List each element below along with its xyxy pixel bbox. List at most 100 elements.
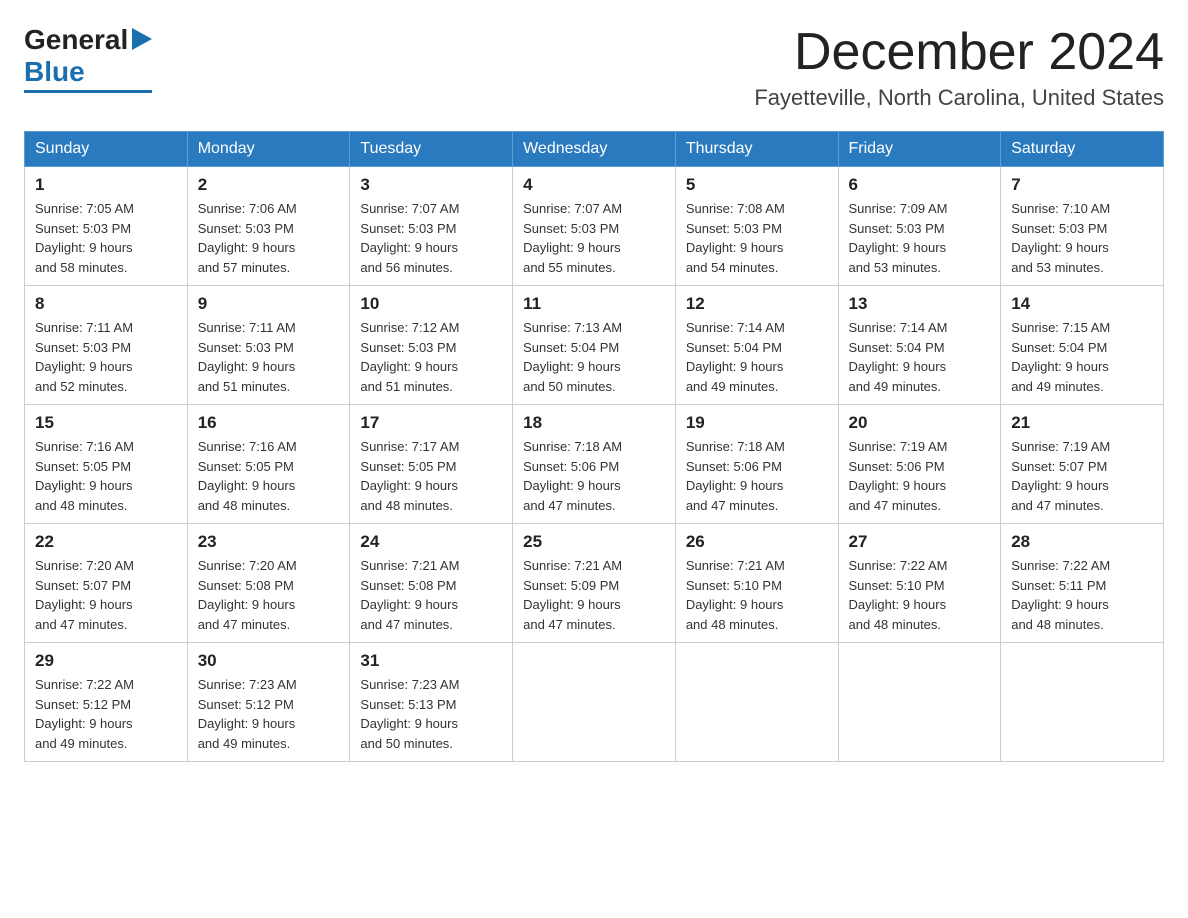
day-info: Sunrise: 7:18 AMSunset: 5:06 PMDaylight:… xyxy=(523,439,622,513)
day-number: 8 xyxy=(35,294,177,314)
day-info: Sunrise: 7:23 AMSunset: 5:12 PMDaylight:… xyxy=(198,677,297,751)
header-monday: Monday xyxy=(187,132,350,167)
day-info: Sunrise: 7:13 AMSunset: 5:04 PMDaylight:… xyxy=(523,320,622,394)
day-info: Sunrise: 7:20 AMSunset: 5:07 PMDaylight:… xyxy=(35,558,134,632)
header-friday: Friday xyxy=(838,132,1001,167)
day-number: 9 xyxy=(198,294,340,314)
day-number: 18 xyxy=(523,413,665,433)
day-info: Sunrise: 7:21 AMSunset: 5:10 PMDaylight:… xyxy=(686,558,785,632)
days-header-row: Sunday Monday Tuesday Wednesday Thursday… xyxy=(25,132,1164,167)
logo-triangle-icon xyxy=(132,28,152,55)
day-info: Sunrise: 7:19 AMSunset: 5:07 PMDaylight:… xyxy=(1011,439,1110,513)
table-row: 9 Sunrise: 7:11 AMSunset: 5:03 PMDaylight… xyxy=(187,286,350,405)
header-wednesday: Wednesday xyxy=(513,132,676,167)
day-number: 31 xyxy=(360,651,502,671)
day-number: 3 xyxy=(360,175,502,195)
day-info: Sunrise: 7:06 AMSunset: 5:03 PMDaylight:… xyxy=(198,201,297,275)
day-info: Sunrise: 7:10 AMSunset: 5:03 PMDaylight:… xyxy=(1011,201,1110,275)
day-info: Sunrise: 7:16 AMSunset: 5:05 PMDaylight:… xyxy=(198,439,297,513)
calendar-week-row: 8 Sunrise: 7:11 AMSunset: 5:03 PMDaylight… xyxy=(25,286,1164,405)
table-row: 16 Sunrise: 7:16 AMSunset: 5:05 PMDayligh… xyxy=(187,405,350,524)
day-number: 28 xyxy=(1011,532,1153,552)
day-number: 13 xyxy=(849,294,991,314)
calendar-week-row: 15Sunrise: 7:16 AMSunset: 5:05 PMDayligh… xyxy=(25,405,1164,524)
day-number: 16 xyxy=(198,413,340,433)
day-number: 27 xyxy=(849,532,991,552)
day-number: 10 xyxy=(360,294,502,314)
calendar-week-row: 22 Sunrise: 7:20 AMSunset: 5:07 PMDayligh… xyxy=(25,524,1164,643)
day-number: 29 xyxy=(35,651,177,671)
day-info: Sunrise: 7:09 AMSunset: 5:03 PMDaylight:… xyxy=(849,201,948,275)
logo-blue-text: Blue xyxy=(24,56,85,88)
day-info: Sunrise: 7:22 AMSunset: 5:10 PMDaylight:… xyxy=(849,558,948,632)
table-row: 21 Sunrise: 7:19 AMSunset: 5:07 PMDayligh… xyxy=(1001,405,1164,524)
day-info: Sunrise: 7:17 AMSunset: 5:05 PMDaylight:… xyxy=(360,439,459,513)
page-header: General Blue December 2024 Fayetteville,… xyxy=(24,24,1164,111)
day-info: Sunrise: 7:07 AMSunset: 5:03 PMDaylight:… xyxy=(523,201,622,275)
table-row: 12Sunrise: 7:14 AMSunset: 5:04 PMDayligh… xyxy=(675,286,838,405)
table-row: 22 Sunrise: 7:20 AMSunset: 5:07 PMDayligh… xyxy=(25,524,188,643)
day-info: Sunrise: 7:22 AMSunset: 5:11 PMDaylight:… xyxy=(1011,558,1110,632)
title-area: December 2024 Fayetteville, North Caroli… xyxy=(754,24,1164,111)
day-info: Sunrise: 7:11 AMSunset: 5:03 PMDaylight:… xyxy=(35,320,133,394)
table-row: 7Sunrise: 7:10 AMSunset: 5:03 PMDaylight… xyxy=(1001,167,1164,286)
table-row: 27 Sunrise: 7:22 AMSunset: 5:10 PMDayligh… xyxy=(838,524,1001,643)
table-row: 20 Sunrise: 7:19 AMSunset: 5:06 PMDayligh… xyxy=(838,405,1001,524)
day-info: Sunrise: 7:23 AMSunset: 5:13 PMDaylight:… xyxy=(360,677,459,751)
day-info: Sunrise: 7:20 AMSunset: 5:08 PMDaylight:… xyxy=(198,558,297,632)
day-number: 1 xyxy=(35,175,177,195)
logo: General Blue xyxy=(24,24,152,93)
day-number: 5 xyxy=(686,175,828,195)
table-row: 31 Sunrise: 7:23 AMSunset: 5:13 PMDayligh… xyxy=(350,643,513,762)
table-row: 30 Sunrise: 7:23 AMSunset: 5:12 PMDayligh… xyxy=(187,643,350,762)
table-row: 19 Sunrise: 7:18 AMSunset: 5:06 PMDayligh… xyxy=(675,405,838,524)
day-number: 23 xyxy=(198,532,340,552)
day-number: 20 xyxy=(849,413,991,433)
table-row: 6 Sunrise: 7:09 AMSunset: 5:03 PMDaylight… xyxy=(838,167,1001,286)
table-row xyxy=(513,643,676,762)
day-number: 17 xyxy=(360,413,502,433)
day-info: Sunrise: 7:15 AMSunset: 5:04 PMDaylight:… xyxy=(1011,320,1110,394)
calendar-week-row: 1 Sunrise: 7:05 AMSunset: 5:03 PMDaylight… xyxy=(25,167,1164,286)
day-info: Sunrise: 7:21 AMSunset: 5:09 PMDaylight:… xyxy=(523,558,622,632)
day-info: Sunrise: 7:11 AMSunset: 5:03 PMDaylight:… xyxy=(198,320,296,394)
calendar-table: Sunday Monday Tuesday Wednesday Thursday… xyxy=(24,131,1164,762)
logo-general-text: General xyxy=(24,24,128,56)
header-tuesday: Tuesday xyxy=(350,132,513,167)
day-number: 22 xyxy=(35,532,177,552)
day-number: 30 xyxy=(198,651,340,671)
header-thursday: Thursday xyxy=(675,132,838,167)
day-number: 24 xyxy=(360,532,502,552)
table-row: 24 Sunrise: 7:21 AMSunset: 5:08 PMDayligh… xyxy=(350,524,513,643)
month-year-title: December 2024 xyxy=(754,24,1164,81)
table-row: 26Sunrise: 7:21 AMSunset: 5:10 PMDayligh… xyxy=(675,524,838,643)
table-row xyxy=(1001,643,1164,762)
day-info: Sunrise: 7:19 AMSunset: 5:06 PMDaylight:… xyxy=(849,439,948,513)
location-subtitle: Fayetteville, North Carolina, United Sta… xyxy=(754,85,1164,111)
header-saturday: Saturday xyxy=(1001,132,1164,167)
table-row: 15Sunrise: 7:16 AMSunset: 5:05 PMDayligh… xyxy=(25,405,188,524)
day-number: 2 xyxy=(198,175,340,195)
table-row: 28 Sunrise: 7:22 AMSunset: 5:11 PMDayligh… xyxy=(1001,524,1164,643)
day-number: 19 xyxy=(686,413,828,433)
table-row: 29Sunrise: 7:22 AMSunset: 5:12 PMDayligh… xyxy=(25,643,188,762)
day-number: 21 xyxy=(1011,413,1153,433)
day-info: Sunrise: 7:21 AMSunset: 5:08 PMDaylight:… xyxy=(360,558,459,632)
calendar-week-row: 29Sunrise: 7:22 AMSunset: 5:12 PMDayligh… xyxy=(25,643,1164,762)
table-row: 25Sunrise: 7:21 AMSunset: 5:09 PMDayligh… xyxy=(513,524,676,643)
day-number: 12 xyxy=(686,294,828,314)
day-number: 6 xyxy=(849,175,991,195)
day-info: Sunrise: 7:12 AMSunset: 5:03 PMDaylight:… xyxy=(360,320,459,394)
table-row: 18 Sunrise: 7:18 AMSunset: 5:06 PMDayligh… xyxy=(513,405,676,524)
table-row: 3Sunrise: 7:07 AMSunset: 5:03 PMDaylight… xyxy=(350,167,513,286)
day-number: 14 xyxy=(1011,294,1153,314)
day-info: Sunrise: 7:18 AMSunset: 5:06 PMDaylight:… xyxy=(686,439,785,513)
table-row: 13Sunrise: 7:14 AMSunset: 5:04 PMDayligh… xyxy=(838,286,1001,405)
table-row: 1 Sunrise: 7:05 AMSunset: 5:03 PMDaylight… xyxy=(25,167,188,286)
day-info: Sunrise: 7:08 AMSunset: 5:03 PMDaylight:… xyxy=(686,201,785,275)
table-row: 10 Sunrise: 7:12 AMSunset: 5:03 PMDayligh… xyxy=(350,286,513,405)
table-row: 14 Sunrise: 7:15 AMSunset: 5:04 PMDayligh… xyxy=(1001,286,1164,405)
day-number: 4 xyxy=(523,175,665,195)
day-number: 11 xyxy=(523,294,665,314)
day-info: Sunrise: 7:05 AMSunset: 5:03 PMDaylight:… xyxy=(35,201,134,275)
